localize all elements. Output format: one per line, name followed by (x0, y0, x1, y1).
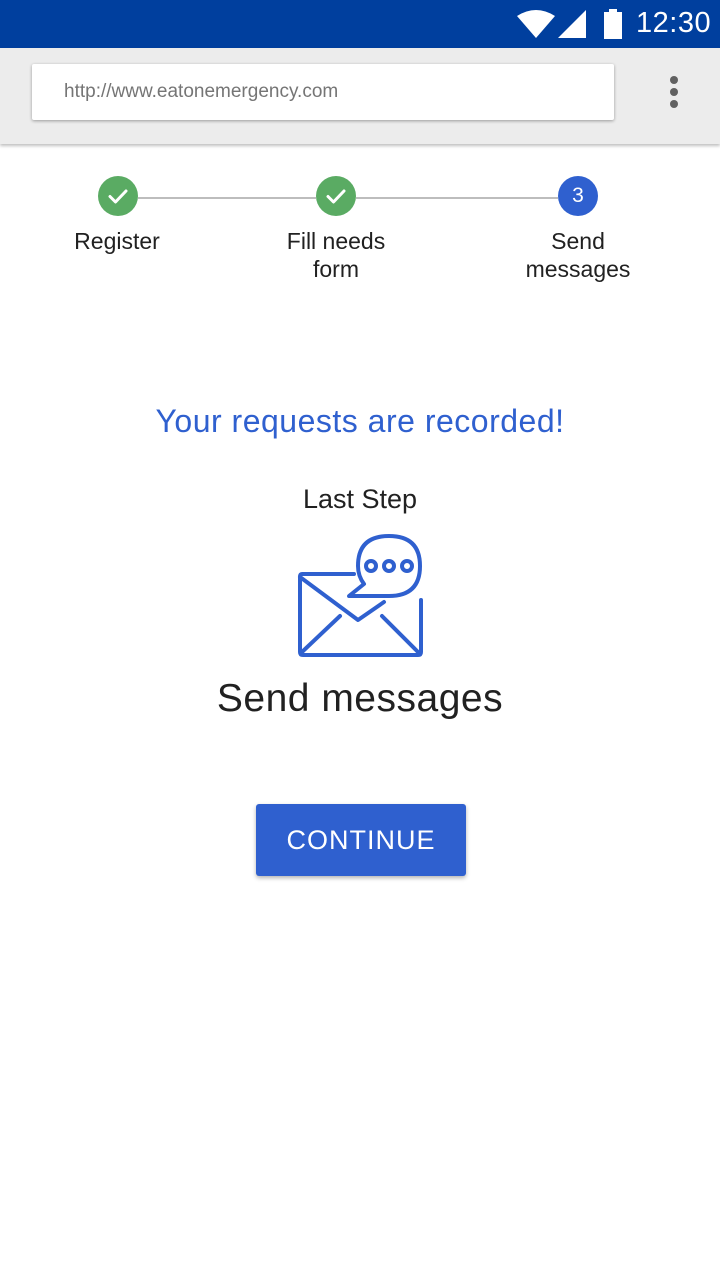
step-2-label: Fill needs form (236, 227, 436, 283)
url-text: http://www.eatonemergency.com (64, 81, 339, 102)
status-bar: 12:30 (0, 0, 720, 48)
progress-stepper: 3 Register Fill needs form Send messages (0, 176, 720, 296)
address-bar[interactable]: http://www.eatonemergency.com (32, 64, 614, 120)
wifi-icon (517, 10, 555, 38)
browser-toolbar: http://www.eatonemergency.com (0, 48, 720, 144)
step-3-number: 3 (558, 176, 598, 216)
cellular-signal-icon (558, 10, 586, 38)
step-1-check-icon (98, 176, 138, 216)
step-connector (356, 197, 558, 199)
step-2-label-line-2: form (313, 256, 359, 282)
step-3-label-line-2: messages (525, 256, 631, 282)
step-3-label: Send messages (478, 227, 678, 283)
step-2-label-line-1: Fill needs (286, 228, 386, 254)
confirmation-headline: Your requests are recorded! (155, 403, 565, 439)
step-1-label-line: Register (74, 228, 160, 254)
continue-button[interactable]: CONTINUE (256, 804, 466, 876)
envelope-chat-icon (298, 534, 423, 657)
step-2-check-icon (316, 176, 356, 216)
overflow-menu-icon[interactable] (664, 76, 684, 112)
send-messages-title: Send messages (216, 677, 504, 720)
step-3-label-line-1: Send (551, 228, 605, 254)
step-connector (138, 197, 316, 199)
step-1-label: Register (17, 227, 217, 255)
last-step-label: Last Step (302, 484, 418, 514)
clock: 12:30 (636, 7, 712, 39)
battery-icon (604, 9, 622, 39)
